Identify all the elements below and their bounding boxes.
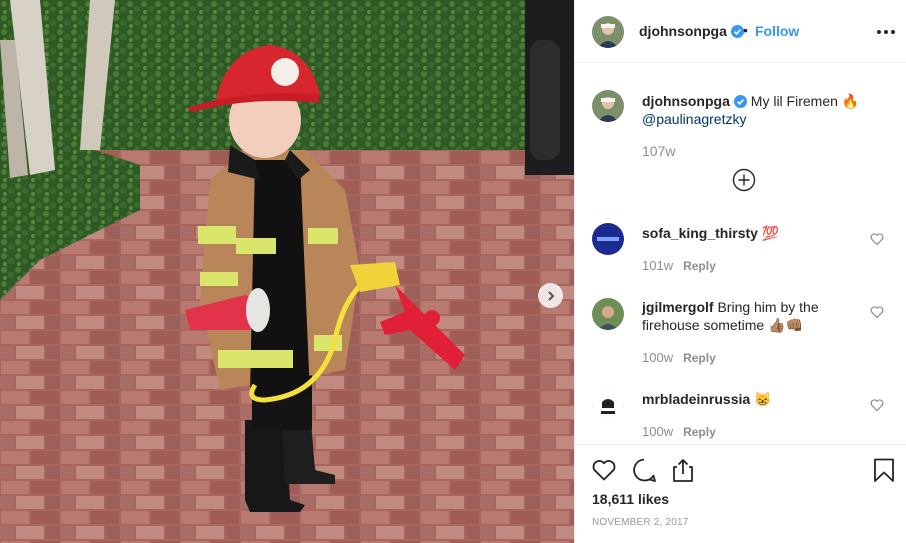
more-options-icon[interactable] xyxy=(875,21,897,43)
comment-username[interactable]: mrbladeinrussia xyxy=(642,391,750,407)
heart-icon[interactable] xyxy=(591,457,617,483)
comment-item: sofa_king_thirsty 💯 xyxy=(642,224,852,242)
comment-emoji: 💯 xyxy=(761,225,780,241)
comment-timestamp[interactable]: 101w xyxy=(642,258,673,273)
caption-timestamp[interactable]: 107w xyxy=(642,143,675,159)
author-avatar[interactable] xyxy=(592,16,624,48)
comment-heart-icon[interactable] xyxy=(870,305,884,319)
post-actions: 18,611 likes NOVEMBER 2, 2017 xyxy=(575,444,906,543)
caption-emoji: 🔥 xyxy=(841,93,860,109)
post-image xyxy=(0,0,574,543)
comment-username[interactable]: jgilmergolf xyxy=(642,299,714,315)
commenter-avatar[interactable] xyxy=(592,223,624,255)
post-caption: djohnsonpga My lil Firemen 🔥 @paulinagre… xyxy=(642,92,882,128)
caption-text: My lil Firemen xyxy=(750,93,838,109)
verified-badge-icon xyxy=(733,95,747,108)
caption-mention-link[interactable]: @paulinagretzky xyxy=(642,111,747,127)
post-date: NOVEMBER 2, 2017 xyxy=(592,517,689,528)
comment-item: mrbladeinrussia 😸 xyxy=(642,390,852,408)
caption-username[interactable]: djohnsonpga xyxy=(642,93,730,109)
commenter-avatar[interactable] xyxy=(592,390,624,422)
comment-emoji: 😸 xyxy=(754,391,772,407)
separator-dot: • xyxy=(743,22,748,38)
next-arrow-icon xyxy=(547,290,554,301)
author-username[interactable]: djohnsonpga xyxy=(639,23,744,39)
reply-button[interactable]: Reply xyxy=(683,259,716,273)
comment-meta: 100w Reply xyxy=(642,350,716,365)
reply-button[interactable]: Reply xyxy=(683,351,716,365)
reply-button[interactable]: Reply xyxy=(683,425,716,439)
comment-meta: 101w Reply xyxy=(642,258,716,273)
comment-item: jgilmergolf Bring him by the firehouse s… xyxy=(642,298,852,334)
post-photo xyxy=(0,0,574,543)
like-count[interactable]: 18,611 likes xyxy=(592,491,669,507)
comment-heart-icon[interactable] xyxy=(870,232,884,246)
comment-username[interactable]: sofa_king_thirsty xyxy=(642,225,758,241)
comment-heart-icon[interactable] xyxy=(870,398,884,412)
verified-badge-icon xyxy=(730,25,744,38)
bookmark-icon[interactable] xyxy=(871,457,897,483)
follow-button[interactable]: Follow xyxy=(755,23,799,39)
share-icon[interactable] xyxy=(670,457,696,483)
comment-timestamp[interactable]: 100w xyxy=(642,424,673,439)
commenter-avatar[interactable] xyxy=(592,298,624,330)
post-header: djohnsonpga • Follow xyxy=(575,0,906,63)
load-more-icon[interactable] xyxy=(732,168,756,192)
post-side-panel: djohnsonpga • Follow djohnsonpga My lil … xyxy=(574,0,906,543)
comment-meta: 100w Reply xyxy=(642,424,716,439)
comment-emoji: 👍🏽👊🏽 xyxy=(768,317,803,333)
next-image-button[interactable] xyxy=(538,283,563,308)
comment-icon[interactable] xyxy=(631,457,657,483)
comment-timestamp[interactable]: 100w xyxy=(642,350,673,365)
caption-author-avatar[interactable] xyxy=(592,90,624,122)
